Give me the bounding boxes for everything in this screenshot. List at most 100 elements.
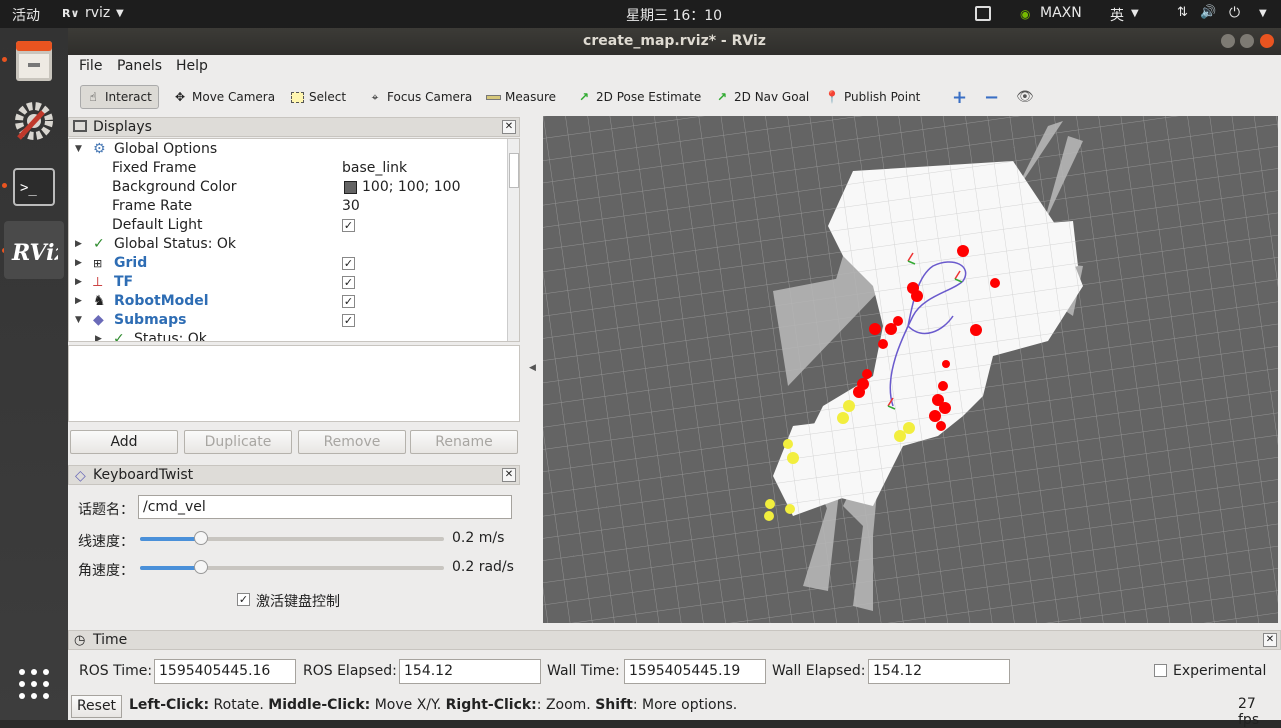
- input-method-indicator[interactable]: 英: [1110, 5, 1124, 25]
- wall-elapsed-field[interactable]: 154.12: [868, 659, 1010, 684]
- remove-tool-icon[interactable]: −: [980, 85, 1003, 109]
- background-color-value[interactable]: 100; 100; 100: [362, 178, 461, 197]
- power-mode-indicator[interactable]: MAXN: [1040, 5, 1082, 21]
- move-camera-tool[interactable]: ✥ Move Camera: [168, 85, 279, 109]
- slider-handle[interactable]: [193, 531, 208, 545]
- tree-label: Fixed Frame: [112, 160, 197, 176]
- topic-input[interactable]: /cmd_vel: [138, 495, 512, 519]
- tree-row-background-color[interactable]: Background Color 100; 100; 100: [69, 178, 509, 197]
- add-display-button[interactable]: Add: [70, 430, 178, 454]
- close-panel-icon[interactable]: ✕: [502, 120, 516, 134]
- tree-row-global-status[interactable]: ▶ ✓ Global Status: Ok: [69, 235, 509, 254]
- measure-tool[interactable]: Measure: [481, 85, 560, 109]
- submaps-checkbox[interactable]: ✓: [342, 314, 355, 327]
- settings-launcher[interactable]: [4, 92, 64, 150]
- activate-keyboard-checkbox[interactable]: ✓: [237, 593, 250, 606]
- tool-label: 2D Pose Estimate: [596, 90, 702, 104]
- minimize-icon[interactable]: [1221, 34, 1235, 48]
- menu-help[interactable]: Help: [176, 58, 208, 74]
- tree-row-submaps-status[interactable]: ▶ ✓ Status: Ok: [69, 330, 509, 341]
- angular-speed-slider[interactable]: [140, 560, 444, 574]
- clock[interactable]: 星期三 16：10: [626, 5, 722, 25]
- activities-button[interactable]: 活动: [12, 5, 40, 25]
- select-tool[interactable]: Select: [285, 85, 350, 109]
- menu-panels[interactable]: Panels: [117, 58, 162, 74]
- scrollbar-thumb[interactable]: [509, 153, 519, 188]
- tree-row-global-options[interactable]: ▼ ⚙ Global Options: [69, 140, 509, 159]
- crosshair-icon: ⌖: [371, 89, 379, 104]
- tree-row-frame-rate[interactable]: Frame Rate 30: [69, 197, 509, 216]
- robot-model-checkbox[interactable]: ✓: [342, 295, 355, 308]
- file-cabinet-launcher[interactable]: [4, 32, 64, 90]
- tree-row-robot-model[interactable]: ▶ ♞ RobotModel ✓: [69, 292, 509, 311]
- tool-label: 2D Nav Goal: [734, 90, 810, 104]
- tree-row-fixed-frame[interactable]: Fixed Frame base_link: [69, 159, 509, 178]
- rename-display-button[interactable]: Rename: [410, 430, 518, 454]
- tool-label: Move Camera: [192, 90, 276, 104]
- monitor-icon: [73, 120, 87, 132]
- tf-checkbox[interactable]: ✓: [342, 276, 355, 289]
- fps-readout: 27 fps: [1238, 696, 1260, 728]
- terminal-launcher[interactable]: >_: [4, 158, 64, 216]
- property-description-area: [68, 345, 520, 422]
- rviz-launcher[interactable]: RViz: [4, 221, 64, 279]
- 3d-render-view[interactable]: [543, 116, 1278, 623]
- collapse-left-icon[interactable]: ◀: [529, 363, 536, 373]
- reset-button[interactable]: Reset: [71, 695, 122, 718]
- expand-arrow-icon[interactable]: ▼: [75, 311, 85, 330]
- default-light-checkbox[interactable]: ✓: [342, 219, 355, 232]
- network-icon[interactable]: ⇅: [1177, 5, 1188, 20]
- displays-panel-header[interactable]: Displays ✕: [68, 117, 520, 137]
- expand-arrow-icon[interactable]: ▶: [95, 330, 105, 341]
- slider-handle[interactable]: [193, 560, 208, 574]
- expand-arrow-icon[interactable]: ▶: [75, 273, 85, 292]
- interact-tool[interactable]: ☝ Interact: [80, 85, 159, 109]
- keyboard-icon[interactable]: [975, 6, 991, 21]
- expand-arrow-icon[interactable]: ▶: [75, 292, 85, 311]
- displays-panel-title: Displays: [93, 119, 152, 135]
- tf-axes-icon: ⟂: [93, 274, 103, 290]
- focus-camera-tool[interactable]: ⌖ Focus Camera: [363, 85, 476, 109]
- volume-icon[interactable]: 🔊: [1200, 5, 1216, 20]
- file-cabinet-icon: [16, 41, 52, 81]
- tree-row-default-light[interactable]: Default Light ✓: [69, 216, 509, 235]
- expand-arrow-icon[interactable]: ▼: [75, 140, 85, 159]
- 2d-nav-goal-tool[interactable]: ↗ 2D Nav Goal: [710, 85, 813, 109]
- color-swatch[interactable]: [344, 181, 357, 194]
- app-menu-button[interactable]: rviz: [85, 5, 110, 21]
- expand-arrow-icon[interactable]: ▶: [75, 235, 85, 254]
- frame-rate-value[interactable]: 30: [342, 197, 360, 216]
- tree-row-submaps[interactable]: ▼ ◆ Submaps ✓: [69, 311, 509, 330]
- linear-speed-slider[interactable]: [140, 531, 444, 545]
- show-apps-icon[interactable]: [18, 668, 50, 704]
- menu-file[interactable]: File: [79, 58, 102, 74]
- time-panel-header[interactable]: ◷ Time ✕: [68, 630, 1281, 650]
- close-icon[interactable]: [1260, 34, 1274, 48]
- tree-label: Global Options: [114, 141, 218, 157]
- expand-arrow-icon[interactable]: ▶: [75, 254, 85, 273]
- time-panel-title: Time: [93, 632, 128, 648]
- tree-scrollbar[interactable]: [507, 139, 519, 341]
- eye-icon[interactable]: 👁: [1012, 85, 1038, 109]
- ros-time-field[interactable]: 1595405445.16: [154, 659, 296, 684]
- publish-point-tool[interactable]: 📍 Publish Point: [820, 85, 924, 109]
- power-icon[interactable]: ⏻: [1229, 5, 1240, 21]
- keyboard-twist-panel-header[interactable]: ◇ KeyboardTwist ✕: [68, 465, 520, 485]
- map-pin-icon: 📍: [824, 90, 840, 104]
- fixed-frame-value[interactable]: base_link: [342, 159, 407, 178]
- close-panel-icon[interactable]: ✕: [502, 468, 516, 482]
- duplicate-display-button[interactable]: Duplicate: [184, 430, 292, 454]
- grid-checkbox[interactable]: ✓: [342, 257, 355, 270]
- tree-row-tf[interactable]: ▶ ⟂ TF ✓: [69, 273, 509, 292]
- window-titlebar[interactable]: create_map.rviz* - RViz: [68, 28, 1281, 55]
- remove-display-button[interactable]: Remove: [298, 430, 406, 454]
- maximize-icon[interactable]: [1240, 34, 1254, 48]
- experimental-checkbox[interactable]: [1154, 664, 1167, 677]
- status-bar: Reset Left-Click: Rotate. Middle-Click: …: [68, 693, 1281, 728]
- tree-row-grid[interactable]: ▶ ⊞ Grid ✓: [69, 254, 509, 273]
- 2d-pose-estimate-tool[interactable]: ↗ 2D Pose Estimate: [572, 85, 705, 109]
- wall-time-field[interactable]: 1595405445.19: [624, 659, 766, 684]
- ros-elapsed-field[interactable]: 154.12: [399, 659, 541, 684]
- add-tool-icon[interactable]: +: [948, 85, 971, 109]
- close-panel-icon[interactable]: ✕: [1263, 633, 1277, 647]
